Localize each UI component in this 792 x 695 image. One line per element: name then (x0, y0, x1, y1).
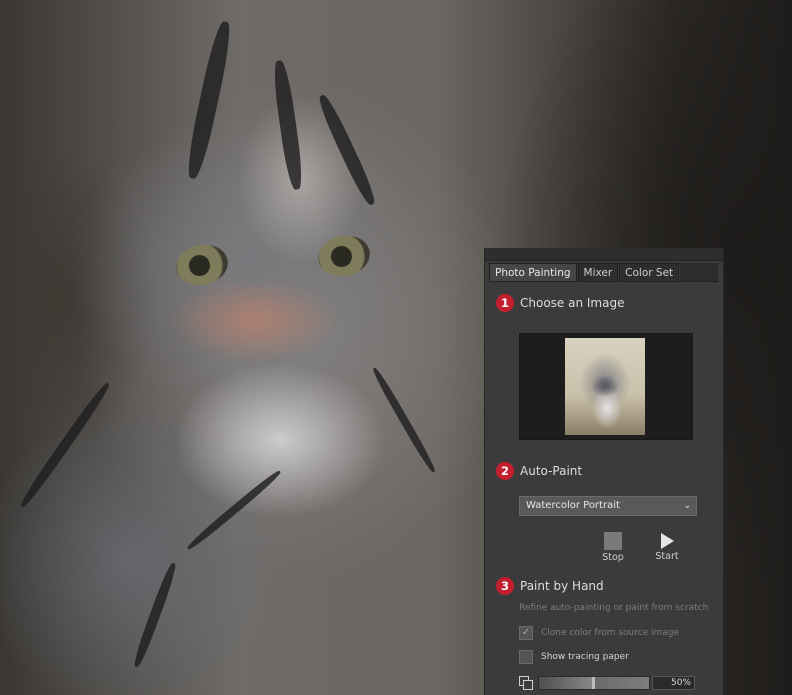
step-badge-1: 1 (496, 294, 514, 312)
section-title-choose-image: Choose an Image (520, 296, 625, 310)
stop-button[interactable]: Stop (599, 532, 627, 563)
play-icon (660, 533, 674, 549)
tracing-paper-icon (519, 676, 533, 690)
clone-color-label: Clone color from source image (541, 628, 680, 638)
auto-paint-preset-select[interactable]: Watercolor Portrait ⌄ (519, 496, 697, 516)
fur-stroke (185, 468, 283, 552)
start-label: Start (655, 551, 679, 562)
check-icon[interactable]: ✓ (519, 626, 533, 640)
tracing-paper-label: Show tracing paper (541, 652, 629, 662)
tracing-opacity-slider[interactable] (538, 676, 650, 690)
fur-stroke (271, 59, 305, 191)
fur-stroke (370, 366, 438, 474)
source-image-thumbnail[interactable] (565, 338, 645, 435)
step-badge-2: 2 (496, 462, 514, 480)
chevron-down-icon: ⌄ (683, 501, 691, 511)
tab-mixer[interactable]: Mixer (577, 263, 619, 281)
photo-painting-panel: Photo Painting Mixer Color Set 1 Choose … (484, 248, 724, 695)
fur-stroke (183, 19, 235, 181)
panel-title-bar[interactable] (485, 248, 723, 261)
tab-photo-painting[interactable]: Photo Painting (489, 263, 577, 281)
stop-icon (604, 532, 622, 550)
fur-stroke (17, 380, 113, 510)
tab-row-filler (680, 263, 718, 281)
preset-select-value: Watercolor Portrait (526, 500, 620, 511)
panel-tabs: Photo Painting Mixer Color Set (489, 263, 719, 282)
section-choose-image: 1 Choose an Image (496, 294, 624, 312)
section-title-paint-by-hand: Paint by Hand (520, 579, 604, 593)
step-badge-3: 3 (496, 577, 514, 595)
tracing-paper-checkbox[interactable]: Show tracing paper (519, 650, 629, 664)
opacity-value-field[interactable]: 50% (652, 676, 695, 690)
fur-stroke (131, 561, 179, 669)
clone-color-checkbox[interactable]: ✓ Clone color from source image (519, 626, 679, 640)
opacity-slider-thumb[interactable] (592, 677, 595, 689)
opacity-slider-fill (539, 677, 594, 689)
tracing-checkbox-box[interactable] (519, 650, 533, 664)
kitten-left-eye (172, 240, 232, 290)
stop-label: Stop (602, 552, 624, 563)
start-button[interactable]: Start (653, 532, 681, 562)
section-auto-paint: 2 Auto-Paint (496, 462, 582, 480)
kitten-right-eye (314, 231, 374, 281)
tab-color-set[interactable]: Color Set (619, 263, 680, 281)
fur-stroke (315, 92, 379, 208)
paint-by-hand-hint: Refine auto-painting or paint from scrat… (519, 603, 709, 613)
source-image-well[interactable] (519, 333, 693, 440)
section-paint-by-hand: 3 Paint by Hand (496, 577, 604, 595)
section-title-auto-paint: Auto-Paint (520, 464, 583, 478)
